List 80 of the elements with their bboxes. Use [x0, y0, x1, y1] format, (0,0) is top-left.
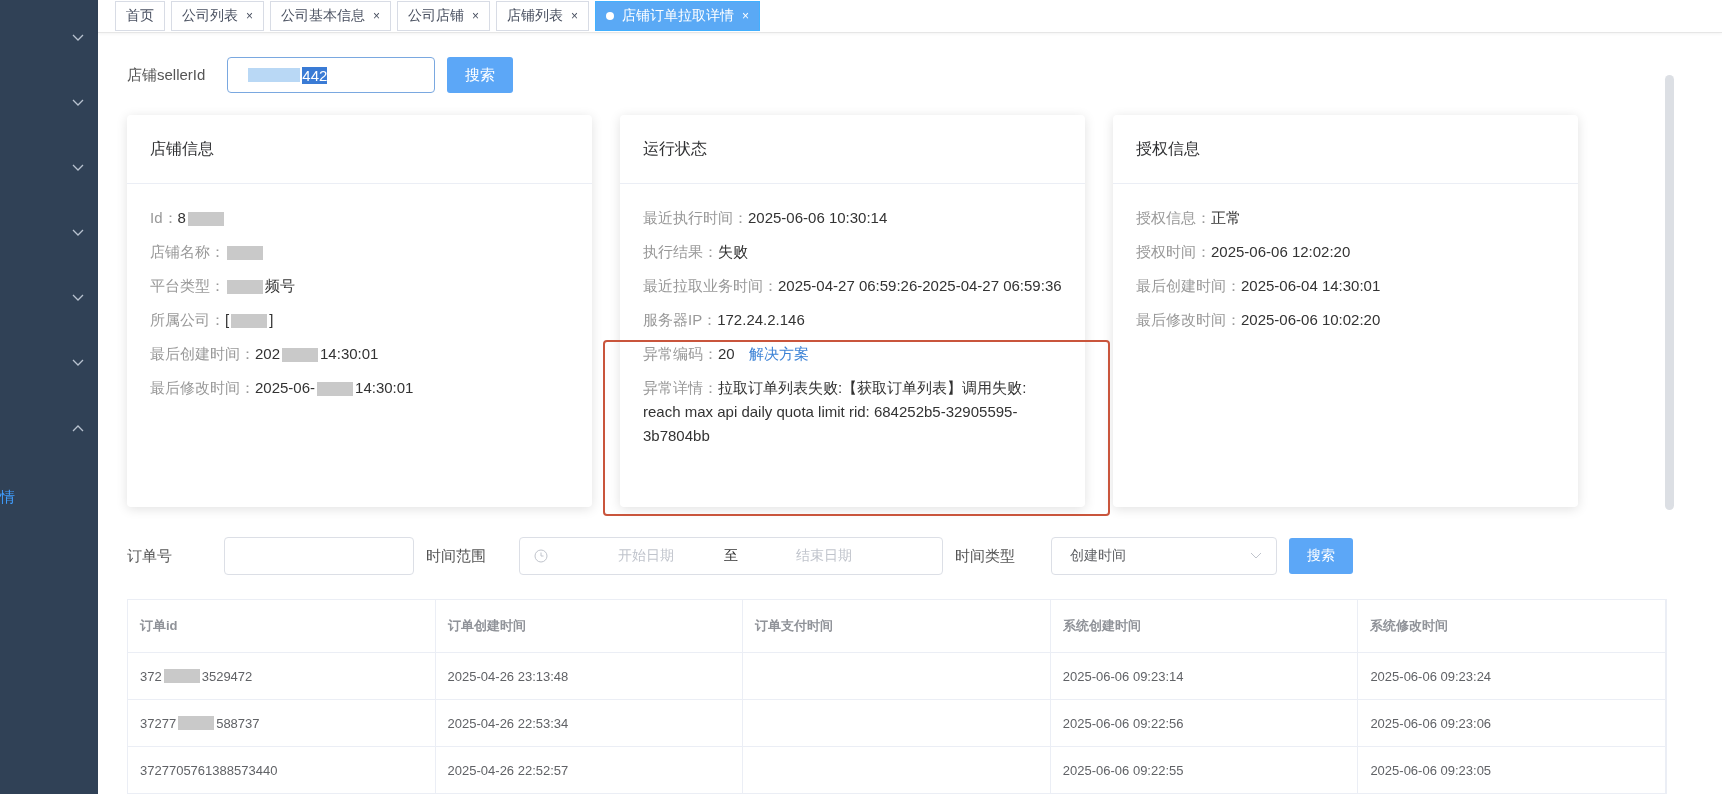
chevron-down-icon[interactable]: [72, 164, 84, 172]
caret-icon: [1250, 552, 1262, 560]
column-header: 系统修改时间: [1358, 600, 1666, 652]
field-label: 时间类型: [955, 546, 1015, 566]
clock-icon: [534, 549, 548, 563]
column-header: 订单支付时间: [743, 600, 1051, 652]
table-cell: 2025-06-06 09:23:05: [1358, 747, 1666, 793]
redaction-mask: [163, 669, 200, 683]
tab-label: 店铺订单拉取详情: [622, 7, 735, 25]
card-title: 运行状态: [620, 115, 1085, 184]
tab-label: 公司店铺: [408, 7, 465, 25]
solution-link[interactable]: 解决方案: [748, 345, 809, 362]
table-cell: 2025-04-26 22:52:57: [435, 747, 744, 793]
chevron-down-icon[interactable]: [72, 294, 84, 302]
card-title: 店铺信息: [127, 115, 592, 184]
info-field: 最后创建时间：202 14:30:01: [150, 342, 569, 366]
time-type-select[interactable]: 创建时间: [1051, 537, 1277, 575]
scrollbar[interactable]: [1665, 75, 1674, 510]
info-field: 店铺名称：: [150, 240, 569, 264]
table-cell: 2025-06-06 09:23:24: [1358, 653, 1666, 699]
info-field: 异常编码：20 解决方案: [643, 342, 1062, 366]
tab[interactable]: 店铺列表 ×: [496, 1, 590, 31]
redaction-mask: [227, 246, 263, 261]
info-field: 最近执行时间：2025-06-06 10:30:14: [643, 206, 1062, 230]
chevron-down-icon[interactable]: [72, 34, 84, 42]
tab-label: 公司列表: [182, 7, 238, 25]
column-header: 系统创建时间: [1050, 600, 1359, 652]
info-field: 最近拉取业务时间：2025-04-27 06:59:26-2025-04-27 06:59:36: [643, 274, 1062, 298]
close-icon[interactable]: ×: [373, 9, 381, 23]
close-icon[interactable]: ×: [246, 9, 253, 23]
table-cell: 2025-06-06 09:22:56: [1050, 700, 1359, 746]
table-cell: 37277 588737: [128, 700, 436, 746]
menu-item-label[interactable]: 情: [0, 488, 15, 507]
chevron-down-icon[interactable]: [72, 99, 84, 107]
field-label: 订单号: [127, 546, 173, 566]
close-icon[interactable]: ×: [472, 9, 480, 23]
field-label: 时间范围: [426, 546, 486, 566]
table-cell: 2025-06-06 09:23:06: [1358, 700, 1666, 746]
table-cell: 372 3529472: [128, 653, 436, 699]
info-field: 最后修改时间：2025-06- 14:30:01: [150, 376, 569, 400]
column-header: 订单id: [128, 600, 436, 652]
table-cell: 2025-06-06 09:22:55: [1050, 747, 1359, 793]
tab[interactable]: 公司基本信息 ×: [270, 1, 392, 31]
table-cell: 2025-04-26 22:53:34: [435, 700, 744, 746]
redaction-mask: [187, 212, 224, 227]
seller-id-field[interactable]: 442: [227, 57, 436, 93]
tab[interactable]: 公司店铺 ×: [397, 1, 491, 31]
tab[interactable]: 公司列表 ×: [171, 1, 264, 31]
redaction-mask: [282, 348, 319, 363]
info-field: 最后创建时间：2025-06-04 14:30:01: [1136, 274, 1555, 298]
info-field: 执行结果：失败: [643, 240, 1062, 264]
order-number-field[interactable]: [224, 537, 414, 575]
chevron-down-icon[interactable]: [72, 229, 84, 237]
close-icon[interactable]: ×: [571, 9, 579, 23]
info-field: 平台类型： 频号: [150, 274, 569, 298]
redaction-mask: [227, 280, 263, 295]
tab[interactable]: 首页: [115, 1, 165, 31]
column-header: 订单创建时间: [435, 600, 744, 652]
date-range-field[interactable]: 开始日期 至 结束日期: [519, 537, 943, 575]
chevron-down-icon[interactable]: [72, 359, 84, 367]
redaction-mask: [178, 716, 215, 730]
redaction-mask: [231, 314, 268, 329]
info-field: 授权信息：正常: [1136, 206, 1555, 230]
table-cell: 2025-04-26 23:13:48: [435, 653, 744, 699]
info-field: 所属公司：[ ]: [150, 308, 569, 332]
tab-label: 店铺列表: [507, 7, 564, 25]
info-field: 最后修改时间：2025-06-06 10:02:20: [1136, 308, 1555, 332]
info-field: 服务器IP：172.24.2.146: [643, 308, 1062, 332]
table-cell: 2025-06-06 09:23:14: [1050, 653, 1359, 699]
tab-label: 公司基本信息: [281, 7, 365, 25]
redaction-mask: [317, 382, 354, 397]
card-title: 授权信息: [1113, 115, 1578, 184]
active-dot-icon: [606, 12, 615, 20]
field-label: 店铺sellerId: [127, 65, 206, 85]
info-field: 授权时间：2025-06-06 12:02:20: [1136, 240, 1555, 264]
chevron-up-icon[interactable]: [72, 424, 84, 432]
info-field: 异常详情：拉取订单列表失败:【获取订单列表】调用失败: reach max api daily quota limit rid: 684252b5-32905595-3b7804bb: [643, 376, 1062, 448]
info-field: Id：8: [150, 206, 569, 230]
table-cell: 3727705761388573440: [128, 747, 436, 793]
tab-label: 首页: [126, 7, 154, 25]
